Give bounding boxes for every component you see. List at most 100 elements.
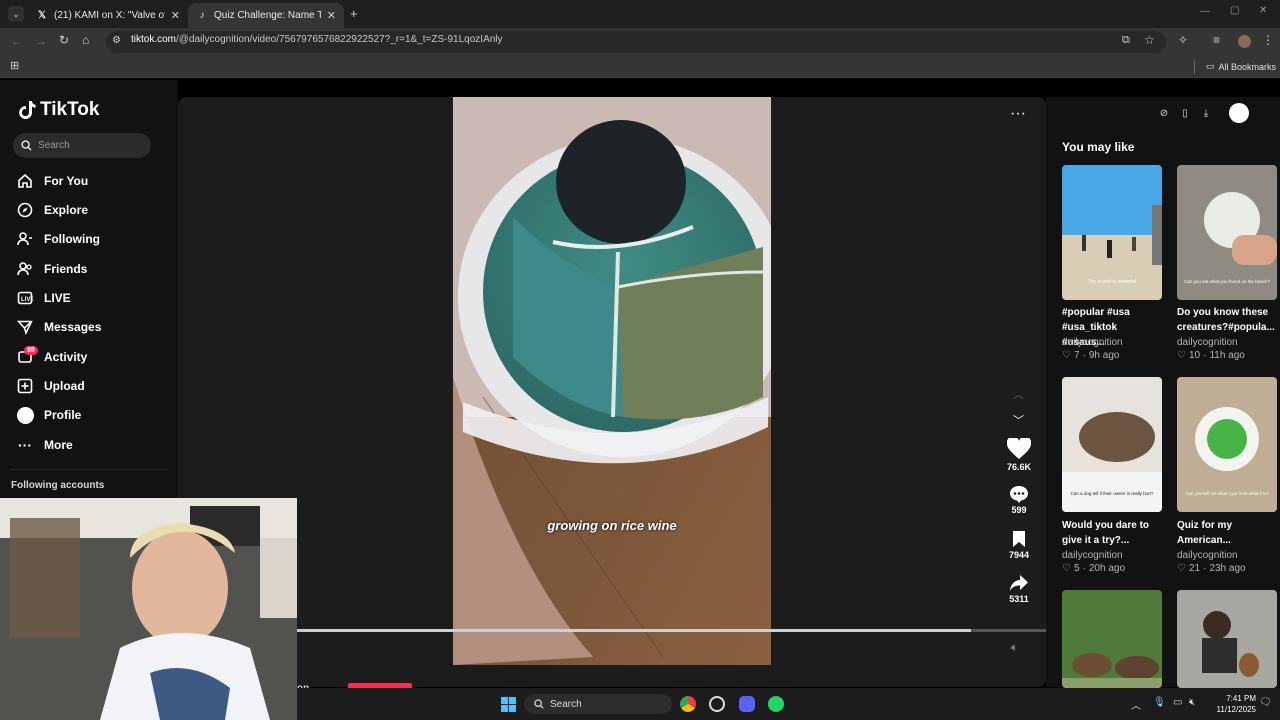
windows-start-icon[interactable] bbox=[501, 697, 516, 717]
download-icon[interactable]: ⤓ bbox=[1197, 104, 1215, 122]
search-placeholder: Search bbox=[38, 140, 70, 151]
post-age: 20h ago bbox=[1088, 563, 1126, 574]
heart-outline-icon: ♡ bbox=[1062, 350, 1071, 361]
bookmark-star-icon[interactable]: ☆ bbox=[1144, 33, 1155, 47]
recommended-video-thumbnail[interactable]: Can a dog tell if their owner is really … bbox=[1062, 377, 1162, 512]
nav-label: Following bbox=[44, 232, 100, 246]
tiktok-logo[interactable]: TikTok bbox=[18, 99, 99, 121]
taskbar-search-box[interactable]: Search bbox=[524, 694, 672, 714]
nav-for-you[interactable]: For You bbox=[16, 170, 166, 192]
extensions-icon[interactable]: ✧ bbox=[1178, 33, 1188, 47]
all-bookmarks-button[interactable]: ▭ All Bookmarks bbox=[1206, 61, 1276, 72]
nav-label: Upload bbox=[44, 379, 85, 393]
minimize-window-button[interactable]: — bbox=[1200, 6, 1210, 17]
volume-speaker-icon[interactable]: 🔈︎ bbox=[1011, 640, 1018, 655]
url-path: /@dailycognition/video/75679765768229225… bbox=[176, 34, 503, 45]
profile-avatar-icon[interactable] bbox=[1238, 35, 1251, 48]
nav-live[interactable]: LIVE LIVE bbox=[16, 287, 166, 309]
nav-activity[interactable]: Activity bbox=[16, 346, 166, 368]
forward-arrow-icon[interactable]: → bbox=[35, 34, 47, 48]
nav-explore[interactable]: Explore bbox=[16, 199, 166, 221]
tiktok-note-icon bbox=[19, 101, 36, 119]
thumbnail-overlay-text: Can you tell me what I got from what it … bbox=[1185, 491, 1269, 496]
thumbnail-overlay-text: Can you eat what you found on the beach? bbox=[1184, 279, 1270, 284]
separator-dot: · bbox=[1203, 563, 1207, 574]
system-tray-chevron-icon[interactable]: ︿ bbox=[1131, 697, 1141, 712]
svg-text:LIVE: LIVE bbox=[21, 297, 33, 303]
more-options-icon[interactable]: ··· bbox=[1010, 105, 1026, 123]
notifications-icon[interactable]: 🗨︎ bbox=[1259, 697, 1272, 708]
nav-following[interactable]: Following bbox=[16, 228, 166, 250]
recommended-video-author[interactable]: dailycognition bbox=[1177, 550, 1277, 561]
site-info-icon[interactable]: ⚙ bbox=[112, 35, 121, 46]
nav-label: LIVE bbox=[44, 291, 71, 305]
recommended-video-author[interactable]: dailycognition bbox=[1062, 337, 1162, 348]
url-text[interactable]: tiktok.com/@dailycognition/video/7567976… bbox=[131, 34, 503, 45]
taskbar-search-label: Search bbox=[550, 698, 582, 710]
reload-icon[interactable]: ↻ bbox=[59, 33, 69, 47]
share-button[interactable]: 5311 bbox=[1002, 574, 1036, 604]
user-avatar-button[interactable] bbox=[1229, 103, 1249, 123]
close-tab-icon[interactable]: ✕ bbox=[171, 9, 180, 22]
recommended-video-title[interactable]: Do you know these creatures?#popula... bbox=[1177, 305, 1277, 335]
network-icon[interactable]: ▭ bbox=[1173, 697, 1182, 708]
discord-taskbar-icon[interactable] bbox=[739, 696, 755, 712]
you-may-like-heading: You may like bbox=[1062, 140, 1135, 154]
tiktok-wordmark: TikTok bbox=[40, 99, 100, 120]
recommended-video-title[interactable]: Quiz for my American... bbox=[1177, 518, 1277, 548]
volume-muted-icon[interactable]: 🔇︎ bbox=[1189, 697, 1195, 708]
comment-button[interactable]: 599 bbox=[1002, 485, 1036, 515]
chrome-menu-icon[interactable]: ⋮ bbox=[1262, 33, 1274, 47]
recommended-video-thumbnail[interactable]: Can you tell me what I got from what it … bbox=[1177, 377, 1277, 512]
save-button[interactable]: 7944 bbox=[1002, 530, 1036, 560]
post-age: 23h ago bbox=[1209, 563, 1246, 574]
obs-taskbar-icon[interactable] bbox=[709, 696, 725, 712]
nav-messages[interactable]: Messages bbox=[16, 316, 166, 338]
coin-icon[interactable]: ⊘ bbox=[1155, 104, 1173, 122]
video-progress-fill bbox=[297, 629, 972, 632]
recommended-video-thumbnail[interactable] bbox=[1062, 590, 1162, 688]
nav-label: Activity bbox=[44, 350, 88, 364]
taskbar-clock[interactable]: 7:41 PM 11/12/2025 bbox=[1200, 693, 1256, 715]
back-arrow-icon[interactable]: ← bbox=[11, 34, 23, 48]
comment-count: 599 bbox=[1011, 505, 1027, 515]
maximize-window-button[interactable]: ▢ bbox=[1230, 5, 1239, 16]
nav-profile[interactable]: Profile bbox=[16, 404, 166, 426]
recommended-video-thumbnail[interactable]: The crowd is powerful bbox=[1062, 165, 1162, 300]
video-frame[interactable] bbox=[453, 97, 771, 665]
recommended-video-title[interactable]: Would you dare to give it a try?... bbox=[1062, 518, 1162, 548]
close-window-button[interactable]: ✕ bbox=[1259, 5, 1267, 16]
new-tab-button[interactable]: + bbox=[350, 6, 358, 21]
close-tab-icon[interactable]: ✕ bbox=[327, 9, 336, 22]
tab-kami[interactable]: 𝕏 (21) KAMI on X: "Valve officially ✕ bbox=[28, 3, 188, 28]
media-controls-icon[interactable]: ≡ bbox=[1213, 33, 1220, 47]
webcam-feed-image bbox=[0, 498, 297, 720]
home-icon[interactable]: ⌂ bbox=[82, 33, 89, 47]
post-age: 11h ago bbox=[1209, 350, 1245, 361]
apps-grid-icon[interactable]: ⊞ bbox=[10, 59, 19, 72]
next-video-chevron-icon[interactable]: ﹀ bbox=[1013, 412, 1024, 428]
cast-icon[interactable]: ⧉ bbox=[1122, 34, 1130, 47]
recommended-video-thumbnail[interactable]: Can you eat what you found on the beach? bbox=[1177, 165, 1277, 300]
save-count: 7944 bbox=[1008, 550, 1030, 560]
recommended-video-thumbnail[interactable] bbox=[1177, 590, 1277, 688]
tab-search-chevron-icon[interactable]: ⌄ bbox=[8, 6, 24, 22]
recommended-video-author[interactable]: dailycognition bbox=[1177, 337, 1277, 348]
tab-quiz-challenge[interactable]: ♪ Quiz Challenge: Name These Ty ✕ bbox=[188, 3, 344, 28]
search-input[interactable]: Search bbox=[13, 133, 151, 158]
recommended-video-author[interactable]: dailycognition bbox=[1062, 550, 1162, 561]
nav-label: Friends bbox=[44, 262, 88, 276]
share-arrow-icon bbox=[1010, 575, 1028, 591]
microphone-icon[interactable]: 🎙︎ bbox=[1153, 697, 1166, 708]
like-button[interactable]: 76.6K bbox=[1002, 438, 1036, 472]
nav-upload[interactable]: Upload bbox=[16, 375, 166, 397]
spotify-taskbar-icon[interactable] bbox=[768, 696, 784, 712]
clock-time: 7:41 PM bbox=[1226, 694, 1256, 703]
chrome-taskbar-icon[interactable] bbox=[680, 696, 696, 712]
nav-friends[interactable]: Friends bbox=[16, 258, 166, 280]
phone-app-icon[interactable]: ▯ bbox=[1176, 104, 1194, 122]
thumbnail-overlay-text: Can a dog tell if their owner is really … bbox=[1071, 491, 1154, 496]
tiktok-logo-icon: ♪ bbox=[199, 10, 205, 21]
nav-more[interactable]: ··· More bbox=[16, 434, 166, 456]
previous-video-chevron-icon[interactable]: ︿ bbox=[1013, 386, 1024, 402]
